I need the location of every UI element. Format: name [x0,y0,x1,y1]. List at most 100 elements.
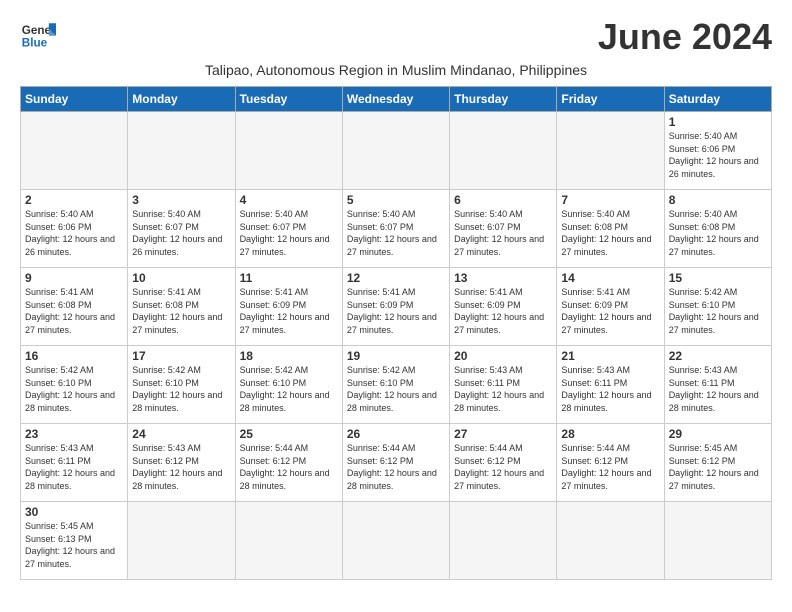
calendar-cell: 25Sunrise: 5:44 AM Sunset: 6:12 PM Dayli… [235,424,342,502]
logo-icon: General Blue [20,16,56,52]
day-number: 19 [347,349,445,363]
calendar-cell [342,112,449,190]
calendar-cell: 19Sunrise: 5:42 AM Sunset: 6:10 PM Dayli… [342,346,449,424]
calendar-cell [128,502,235,580]
day-info: Sunrise: 5:42 AM Sunset: 6:10 PM Dayligh… [25,364,123,414]
day-info: Sunrise: 5:44 AM Sunset: 6:12 PM Dayligh… [454,442,552,492]
day-number: 23 [25,427,123,441]
day-info: Sunrise: 5:40 AM Sunset: 6:07 PM Dayligh… [347,208,445,258]
calendar-cell: 11Sunrise: 5:41 AM Sunset: 6:09 PM Dayli… [235,268,342,346]
calendar-cell: 6Sunrise: 5:40 AM Sunset: 6:07 PM Daylig… [450,190,557,268]
day-info: Sunrise: 5:44 AM Sunset: 6:12 PM Dayligh… [240,442,338,492]
logo: General Blue [20,16,56,52]
day-number: 22 [669,349,767,363]
calendar-cell: 15Sunrise: 5:42 AM Sunset: 6:10 PM Dayli… [664,268,771,346]
calendar-cell: 10Sunrise: 5:41 AM Sunset: 6:08 PM Dayli… [128,268,235,346]
day-number: 13 [454,271,552,285]
day-number: 1 [669,115,767,129]
day-number: 29 [669,427,767,441]
day-info: Sunrise: 5:44 AM Sunset: 6:12 PM Dayligh… [561,442,659,492]
calendar-cell: 16Sunrise: 5:42 AM Sunset: 6:10 PM Dayli… [21,346,128,424]
day-number: 24 [132,427,230,441]
calendar-week-0: 1Sunrise: 5:40 AM Sunset: 6:06 PM Daylig… [21,112,772,190]
calendar-cell: 28Sunrise: 5:44 AM Sunset: 6:12 PM Dayli… [557,424,664,502]
calendar-cell: 20Sunrise: 5:43 AM Sunset: 6:11 PM Dayli… [450,346,557,424]
svg-text:Blue: Blue [22,37,48,50]
day-info: Sunrise: 5:43 AM Sunset: 6:12 PM Dayligh… [132,442,230,492]
calendar-table: SundayMondayTuesdayWednesdayThursdayFrid… [20,86,772,580]
day-number: 16 [25,349,123,363]
calendar-header: SundayMondayTuesdayWednesdayThursdayFrid… [21,87,772,112]
calendar-week-1: 2Sunrise: 5:40 AM Sunset: 6:06 PM Daylig… [21,190,772,268]
day-header-saturday: Saturday [664,87,771,112]
month-title: June 2024 [598,16,772,58]
day-number: 7 [561,193,659,207]
calendar-cell: 17Sunrise: 5:42 AM Sunset: 6:10 PM Dayli… [128,346,235,424]
day-info: Sunrise: 5:40 AM Sunset: 6:08 PM Dayligh… [669,208,767,258]
calendar-cell: 9Sunrise: 5:41 AM Sunset: 6:08 PM Daylig… [21,268,128,346]
calendar-week-4: 23Sunrise: 5:43 AM Sunset: 6:11 PM Dayli… [21,424,772,502]
page-header: General Blue June 2024 [20,16,772,58]
day-info: Sunrise: 5:41 AM Sunset: 6:08 PM Dayligh… [25,286,123,336]
calendar-week-2: 9Sunrise: 5:41 AM Sunset: 6:08 PM Daylig… [21,268,772,346]
calendar-cell: 2Sunrise: 5:40 AM Sunset: 6:06 PM Daylig… [21,190,128,268]
day-number: 21 [561,349,659,363]
day-header-thursday: Thursday [450,87,557,112]
calendar-week-5: 30Sunrise: 5:45 AM Sunset: 6:13 PM Dayli… [21,502,772,580]
calendar-cell [450,502,557,580]
calendar-cell: 26Sunrise: 5:44 AM Sunset: 6:12 PM Dayli… [342,424,449,502]
day-info: Sunrise: 5:42 AM Sunset: 6:10 PM Dayligh… [347,364,445,414]
day-info: Sunrise: 5:40 AM Sunset: 6:06 PM Dayligh… [669,130,767,180]
day-number: 4 [240,193,338,207]
calendar-cell: 21Sunrise: 5:43 AM Sunset: 6:11 PM Dayli… [557,346,664,424]
calendar-cell [664,502,771,580]
day-info: Sunrise: 5:42 AM Sunset: 6:10 PM Dayligh… [132,364,230,414]
calendar-cell [21,112,128,190]
day-number: 9 [25,271,123,285]
calendar-cell [557,112,664,190]
calendar-cell [128,112,235,190]
day-header-sunday: Sunday [21,87,128,112]
day-number: 8 [669,193,767,207]
day-number: 17 [132,349,230,363]
calendar-cell: 12Sunrise: 5:41 AM Sunset: 6:09 PM Dayli… [342,268,449,346]
day-number: 18 [240,349,338,363]
day-number: 20 [454,349,552,363]
calendar-cell: 1Sunrise: 5:40 AM Sunset: 6:06 PM Daylig… [664,112,771,190]
day-number: 11 [240,271,338,285]
calendar-cell: 23Sunrise: 5:43 AM Sunset: 6:11 PM Dayli… [21,424,128,502]
calendar-cell: 29Sunrise: 5:45 AM Sunset: 6:12 PM Dayli… [664,424,771,502]
calendar-cell [235,502,342,580]
calendar-cell: 3Sunrise: 5:40 AM Sunset: 6:07 PM Daylig… [128,190,235,268]
calendar-cell [235,112,342,190]
day-number: 30 [25,505,123,519]
day-info: Sunrise: 5:45 AM Sunset: 6:12 PM Dayligh… [669,442,767,492]
day-info: Sunrise: 5:45 AM Sunset: 6:13 PM Dayligh… [25,520,123,570]
day-info: Sunrise: 5:40 AM Sunset: 6:07 PM Dayligh… [132,208,230,258]
day-number: 12 [347,271,445,285]
day-number: 26 [347,427,445,441]
calendar-cell [557,502,664,580]
calendar-cell: 14Sunrise: 5:41 AM Sunset: 6:09 PM Dayli… [557,268,664,346]
day-header-friday: Friday [557,87,664,112]
day-number: 6 [454,193,552,207]
calendar-cell: 4Sunrise: 5:40 AM Sunset: 6:07 PM Daylig… [235,190,342,268]
calendar-cell: 13Sunrise: 5:41 AM Sunset: 6:09 PM Dayli… [450,268,557,346]
day-info: Sunrise: 5:40 AM Sunset: 6:07 PM Dayligh… [240,208,338,258]
day-info: Sunrise: 5:43 AM Sunset: 6:11 PM Dayligh… [669,364,767,414]
calendar-week-3: 16Sunrise: 5:42 AM Sunset: 6:10 PM Dayli… [21,346,772,424]
day-info: Sunrise: 5:43 AM Sunset: 6:11 PM Dayligh… [561,364,659,414]
day-info: Sunrise: 5:40 AM Sunset: 6:08 PM Dayligh… [561,208,659,258]
day-info: Sunrise: 5:42 AM Sunset: 6:10 PM Dayligh… [240,364,338,414]
calendar-cell [342,502,449,580]
calendar-cell: 18Sunrise: 5:42 AM Sunset: 6:10 PM Dayli… [235,346,342,424]
calendar-cell [450,112,557,190]
day-info: Sunrise: 5:41 AM Sunset: 6:09 PM Dayligh… [561,286,659,336]
day-info: Sunrise: 5:43 AM Sunset: 6:11 PM Dayligh… [25,442,123,492]
day-number: 14 [561,271,659,285]
subtitle: Talipao, Autonomous Region in Muslim Min… [20,62,772,78]
calendar-cell: 8Sunrise: 5:40 AM Sunset: 6:08 PM Daylig… [664,190,771,268]
calendar-cell: 5Sunrise: 5:40 AM Sunset: 6:07 PM Daylig… [342,190,449,268]
day-number: 15 [669,271,767,285]
day-info: Sunrise: 5:41 AM Sunset: 6:09 PM Dayligh… [240,286,338,336]
